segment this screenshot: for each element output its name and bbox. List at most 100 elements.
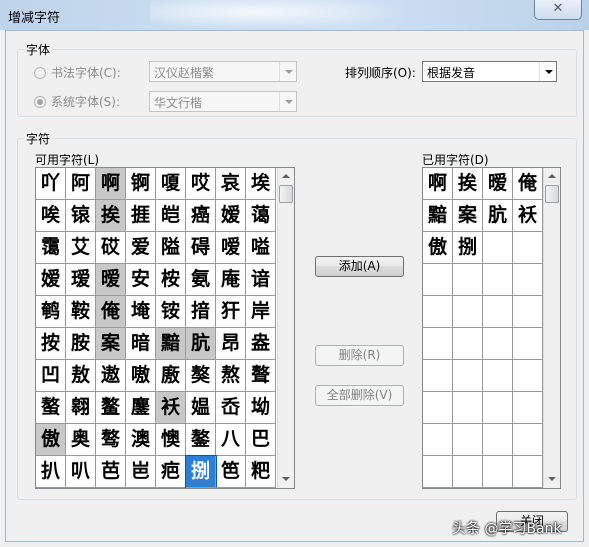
scroll-down-icon[interactable] — [278, 471, 294, 487]
used-cell[interactable]: 俺 — [513, 168, 543, 200]
available-cell[interactable]: 锿 — [66, 200, 96, 232]
available-cell[interactable]: 黯 — [156, 328, 186, 360]
available-cell[interactable]: 凹 — [36, 360, 66, 392]
available-cell[interactable]: 锕 — [126, 168, 156, 200]
available-cell[interactable]: 傲 — [36, 424, 66, 456]
available-cell[interactable]: 鏖 — [126, 392, 156, 424]
available-cell[interactable]: 袄 — [156, 392, 186, 424]
available-cell[interactable]: 八 — [216, 424, 246, 456]
used-cell[interactable] — [453, 264, 483, 296]
available-cell[interactable]: 澳 — [126, 424, 156, 456]
available-cell[interactable]: 媪 — [186, 392, 216, 424]
available-cell[interactable]: 昂 — [216, 328, 246, 360]
available-cell[interactable]: 砹 — [96, 232, 126, 264]
calligraphy-font-radio[interactable]: 书法字体(C): — [34, 64, 121, 81]
available-cell[interactable]: 懊 — [156, 424, 186, 456]
used-cell[interactable] — [513, 232, 543, 264]
available-cell[interactable]: 嫒 — [216, 200, 246, 232]
available-cell[interactable]: 扒 — [36, 456, 66, 488]
available-cell[interactable]: 熬 — [216, 360, 246, 392]
used-cell[interactable] — [423, 264, 453, 296]
available-cell[interactable]: 疤 — [156, 456, 186, 488]
used-cell[interactable]: 捌 — [453, 232, 483, 264]
used-cell[interactable] — [423, 328, 453, 360]
used-cell[interactable] — [453, 424, 483, 456]
available-cell[interactable]: 爱 — [126, 232, 156, 264]
available-cell[interactable]: 捌 — [185, 455, 217, 488]
available-cell[interactable]: 笆 — [216, 456, 246, 488]
used-cell[interactable] — [513, 328, 543, 360]
used-cell[interactable] — [513, 424, 543, 456]
scroll-thumb[interactable] — [279, 185, 293, 203]
available-cell[interactable]: 铵 — [156, 296, 186, 328]
used-cell[interactable] — [453, 296, 483, 328]
available-cell[interactable]: 氨 — [186, 264, 216, 296]
used-cell[interactable] — [483, 296, 513, 328]
sort-order-select[interactable]: 根据发音 — [422, 61, 557, 82]
available-cell[interactable]: 蔼 — [246, 200, 276, 232]
used-cell[interactable] — [513, 360, 543, 392]
available-cell[interactable]: 埯 — [126, 296, 156, 328]
used-cell[interactable] — [483, 392, 513, 424]
available-cell[interactable]: 嗄 — [156, 168, 186, 200]
used-cell[interactable] — [423, 360, 453, 392]
available-cell[interactable]: 啊 — [96, 168, 126, 200]
system-font-radio[interactable]: 系统字体(S): — [34, 93, 120, 110]
available-cell[interactable]: 暗 — [126, 328, 156, 360]
used-cell[interactable] — [423, 296, 453, 328]
available-cell[interactable]: 哎 — [186, 168, 216, 200]
used-cell[interactable]: 黯 — [423, 200, 453, 232]
available-cell[interactable]: 骜 — [96, 424, 126, 456]
available-chars-scrollbar[interactable] — [277, 168, 294, 488]
used-cell[interactable] — [423, 424, 453, 456]
available-cell[interactable]: 螯 — [36, 392, 66, 424]
available-cell[interactable]: 阿 — [66, 168, 96, 200]
scroll-down-icon[interactable] — [544, 471, 560, 487]
available-cell[interactable]: 敖 — [66, 360, 96, 392]
used-cell[interactable] — [513, 296, 543, 328]
available-cell[interactable]: 谙 — [246, 264, 276, 296]
used-cell[interactable] — [483, 328, 513, 360]
available-cell[interactable]: 鏊 — [186, 424, 216, 456]
available-cell[interactable]: 鹌 — [36, 296, 66, 328]
available-cell[interactable]: 哀 — [216, 168, 246, 200]
available-cell[interactable]: 嗌 — [246, 232, 276, 264]
available-cell[interactable]: 肮 — [186, 328, 216, 360]
used-cell[interactable] — [483, 360, 513, 392]
available-cell[interactable]: 唉 — [36, 200, 66, 232]
available-cell[interactable]: 皑 — [156, 200, 186, 232]
available-cell[interactable]: 鳌 — [96, 392, 126, 424]
used-cell[interactable] — [423, 392, 453, 424]
available-cell[interactable]: 嗳 — [216, 232, 246, 264]
available-cell[interactable]: 坳 — [246, 392, 276, 424]
available-cell[interactable]: 芭 — [96, 456, 126, 488]
available-cell[interactable]: 廒 — [156, 360, 186, 392]
used-cell[interactable]: 啊 — [423, 168, 453, 200]
available-cell[interactable]: 嫒 — [36, 264, 66, 296]
used-cell[interactable]: 袄 — [513, 200, 543, 232]
available-cell[interactable]: 霭 — [36, 232, 66, 264]
used-cell[interactable] — [513, 264, 543, 296]
scroll-up-icon[interactable] — [278, 168, 294, 184]
available-cell[interactable]: 叭 — [66, 456, 96, 488]
available-cell[interactable]: 奥 — [66, 424, 96, 456]
available-cell[interactable]: 獒 — [186, 360, 216, 392]
available-cell[interactable]: 嗷 — [126, 360, 156, 392]
available-cell[interactable]: 捱 — [126, 200, 156, 232]
used-chars-scrollbar[interactable] — [543, 168, 560, 488]
used-cell[interactable] — [483, 232, 513, 264]
used-cell[interactable]: 案 — [453, 200, 483, 232]
available-cell[interactable]: 俺 — [96, 296, 126, 328]
available-cell[interactable]: 揞 — [186, 296, 216, 328]
available-cell[interactable]: 粑 — [246, 456, 276, 488]
available-cell[interactable]: 吖 — [36, 168, 66, 200]
available-cell[interactable]: 庵 — [216, 264, 246, 296]
used-cell[interactable] — [483, 456, 513, 488]
available-cell[interactable]: 遨 — [96, 360, 126, 392]
used-cell[interactable]: 傲 — [423, 232, 453, 264]
available-cell[interactable]: 隘 — [156, 232, 186, 264]
available-chars-grid[interactable]: 吖阿啊锕嗄哎哀埃唉锿挨捱皑癌嫒蔼霭艾砹爱隘碍嗳嗌嫒瑷暧安桉氨庵谙鹌鞍俺埯铵揞犴岸… — [35, 167, 295, 489]
available-cell[interactable]: 癌 — [186, 200, 216, 232]
calligraphy-font-select[interactable]: 汉仪赵楷繁 — [149, 61, 297, 82]
used-cell[interactable]: 肮 — [483, 200, 513, 232]
